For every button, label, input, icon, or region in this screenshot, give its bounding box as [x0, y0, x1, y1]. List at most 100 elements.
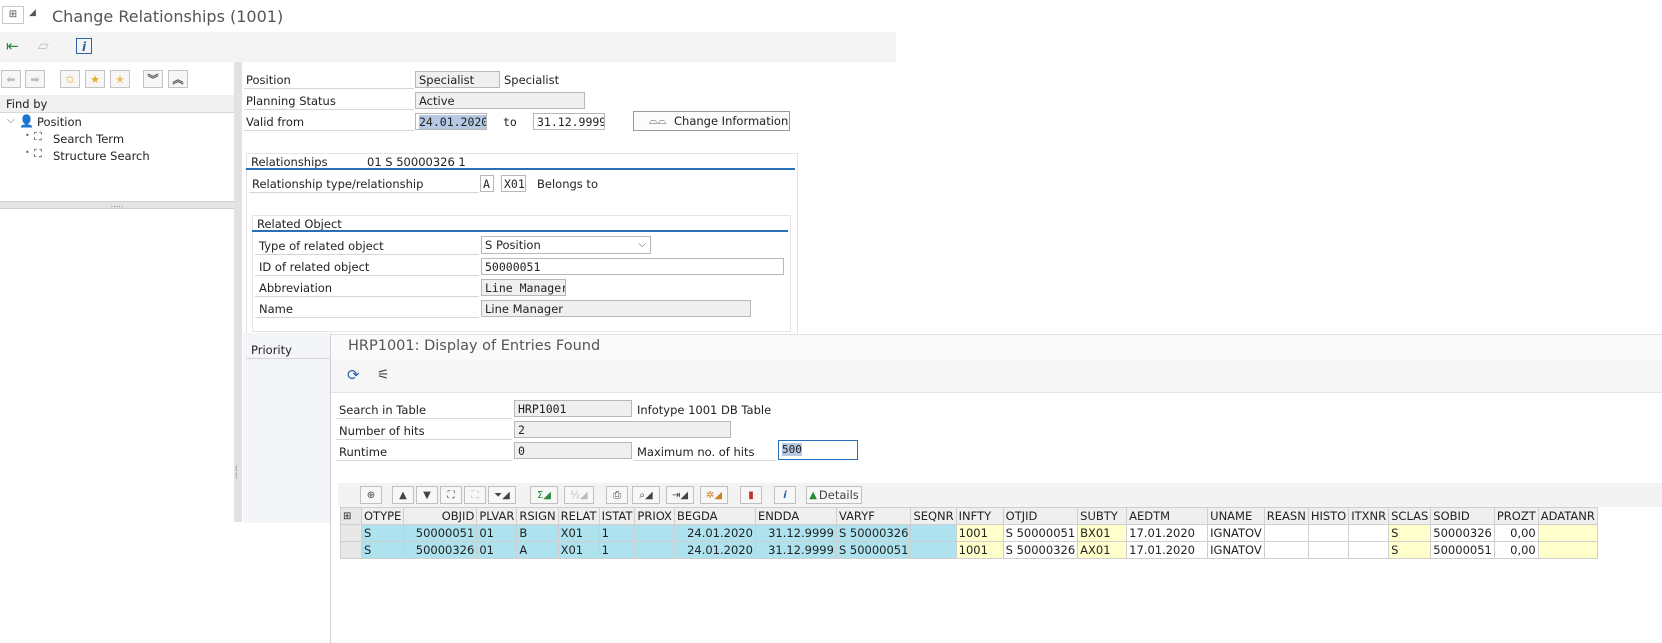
column-header-subty[interactable]: SUBTY — [1077, 507, 1128, 525]
info-icon[interactable]: i — [76, 38, 92, 54]
find-next-icon[interactable]: ⛶ — [464, 486, 486, 504]
column-header-uname[interactable]: UNAME — [1207, 507, 1265, 525]
table-cell: 50000326 — [1430, 524, 1495, 542]
column-header-objid[interactable]: OBJID — [403, 507, 478, 525]
column-header-plvar[interactable]: PLVAR — [476, 507, 518, 525]
tree-expand-icon[interactable]: ⌵ — [7, 115, 15, 126]
column-header-begda[interactable]: BEGDA — [673, 507, 756, 525]
valid-from-row-line — [244, 130, 414, 131]
table-cell — [910, 541, 957, 559]
export-icon[interactable]: ⇥◢ — [666, 486, 694, 504]
column-header-infty[interactable]: INFTY — [955, 507, 1004, 525]
table-cell — [1537, 541, 1598, 559]
table-cell: 31.12.9999 — [754, 541, 837, 559]
add-favorite-icon[interactable]: ✩ — [60, 70, 80, 88]
valid-from-field[interactable]: 24.01.2020 — [415, 113, 487, 130]
chart-icon[interactable]: ▮ — [740, 486, 762, 504]
id-related-object-field[interactable]: 50000051 — [481, 258, 784, 275]
collapse-all-icon[interactable]: ︽ — [168, 70, 188, 88]
max-hits-field[interactable]: 500 — [778, 440, 858, 460]
relationship-type-label: Relationship type/relationship — [252, 177, 424, 191]
search-table-label: Search in Table — [339, 403, 427, 417]
type-related-object-value: S Position — [485, 238, 541, 252]
table-row[interactable]: S 50000051 01 B X01 1 24.01.2020 31.12.9… — [340, 524, 1598, 542]
tree-bullet-icon: • — [25, 131, 30, 140]
column-header-relat[interactable]: RELAT — [557, 507, 600, 525]
grid-info-icon[interactable]: i — [774, 486, 796, 504]
type-related-object-select[interactable]: S Position ⌵ — [481, 236, 651, 254]
tree-root-position[interactable]: Position — [37, 115, 82, 129]
column-header-sclas[interactable]: SCLAS — [1388, 507, 1432, 525]
details-button[interactable]: ▲ Details — [806, 486, 862, 504]
row-selector[interactable] — [340, 541, 362, 559]
filter-icon[interactable]: ⏷◢ — [488, 486, 516, 504]
sum-icon[interactable]: Σ◢ — [530, 486, 558, 504]
exit-icon[interactable]: ⇤ — [6, 37, 24, 55]
column-header-istat[interactable]: ISTAT — [598, 507, 636, 525]
column-header-aedtm[interactable]: AEDTM — [1126, 507, 1209, 525]
column-header-otjid[interactable]: OTJID — [1002, 507, 1079, 525]
column-header-histo[interactable]: HISTO — [1307, 507, 1350, 525]
change-information-button[interactable]: ⌓⌓ Change Information — [633, 111, 790, 131]
relationships-underline — [246, 168, 795, 170]
system-menu-icon[interactable]: ⊞ — [2, 6, 24, 24]
splitter-grip-icon: ⁞ ⁞ — [235, 464, 238, 480]
table-cell: 1001 — [955, 524, 1004, 542]
details-label: Details — [818, 488, 859, 502]
hits-label: Number of hits — [339, 424, 425, 438]
back-arrow-icon[interactable]: ⬅ — [1, 70, 21, 88]
column-header-endda[interactable]: ENDDA — [754, 507, 837, 525]
print-icon[interactable]: ⎙ — [606, 486, 628, 504]
column-header-varyf[interactable]: VARYF — [835, 507, 912, 525]
view-icon[interactable]: ⌕◢ — [632, 486, 660, 504]
column-header-otype[interactable]: OTYPE — [360, 507, 405, 525]
vertical-splitter[interactable] — [234, 62, 242, 522]
column-header-reasn[interactable]: REASN — [1263, 507, 1309, 525]
sort-ascending-icon[interactable]: ▲ — [392, 486, 414, 504]
table-cell: 17.01.2020 — [1126, 541, 1209, 559]
column-header-sobid[interactable]: SOBID — [1430, 507, 1495, 525]
column-header-adatanr[interactable]: ADATANR — [1537, 507, 1598, 525]
position-field: Specialist — [415, 71, 500, 88]
position-label: Position — [246, 73, 291, 87]
tree-item-structure-search[interactable]: Structure Search — [53, 149, 150, 163]
table-cell — [1348, 541, 1390, 559]
expand-all-icon[interactable]: ︾ — [143, 70, 163, 88]
relationship-direction-field[interactable]: A — [480, 175, 494, 192]
refresh-icon[interactable]: ⟳ — [347, 366, 365, 384]
table-cell — [1307, 541, 1350, 559]
column-header-itxnr[interactable]: ITXNR — [1348, 507, 1390, 525]
favorites-icon[interactable]: ★ — [85, 70, 105, 88]
menu-dropdown-icon[interactable]: ◢ — [29, 8, 36, 18]
table-row[interactable]: S 50000326 01 A X01 1 24.01.2020 31.12.9… — [340, 541, 1598, 559]
relationship-code-field[interactable]: X01 — [501, 175, 526, 192]
find-icon[interactable]: ⛶ — [440, 486, 462, 504]
tree-bullet-icon: • — [25, 148, 30, 157]
zoom-details-icon[interactable]: ⊕ — [360, 486, 382, 504]
layout-icon[interactable]: ✲◢ — [700, 486, 728, 504]
search-table-text: Infotype 1001 DB Table — [637, 403, 772, 417]
table-cell — [1307, 524, 1350, 542]
document-icon[interactable]: ▱ — [38, 37, 56, 55]
valid-to-field[interactable]: 31.12.9999 — [533, 113, 605, 130]
column-header-seqnr[interactable]: SEQNR — [910, 507, 957, 525]
column-header-priox[interactable]: PRIOX — [634, 507, 675, 525]
select-all-icon[interactable]: ⊞ — [340, 507, 362, 525]
relationship-text: Belongs to — [537, 177, 598, 191]
column-header-prozt[interactable]: PROZT — [1493, 507, 1539, 525]
forward-arrow-icon[interactable]: ➡ — [25, 70, 45, 88]
sort-descending-icon[interactable]: ▼ — [416, 486, 438, 504]
edit-favorite-icon[interactable]: ✭ — [110, 70, 130, 88]
left-panel-splitter[interactable]: ..... — [0, 201, 234, 209]
max-hits-row-line — [634, 460, 776, 461]
abbreviation-label: Abbreviation — [259, 281, 333, 295]
id-row-line — [255, 275, 479, 276]
tree-item-search-term[interactable]: Search Term — [53, 132, 124, 146]
subtotal-icon[interactable]: ½◢ — [564, 486, 594, 504]
settings-icon[interactable]: ⚟ — [377, 366, 395, 384]
max-hits-label: Maximum no. of hits — [637, 445, 755, 459]
planning-status-label: Planning Status — [246, 94, 336, 108]
row-selector[interactable] — [340, 524, 362, 542]
column-header-rsign[interactable]: RSIGN — [516, 507, 559, 525]
relationships-value: 01 S 50000326 1 — [367, 155, 466, 169]
